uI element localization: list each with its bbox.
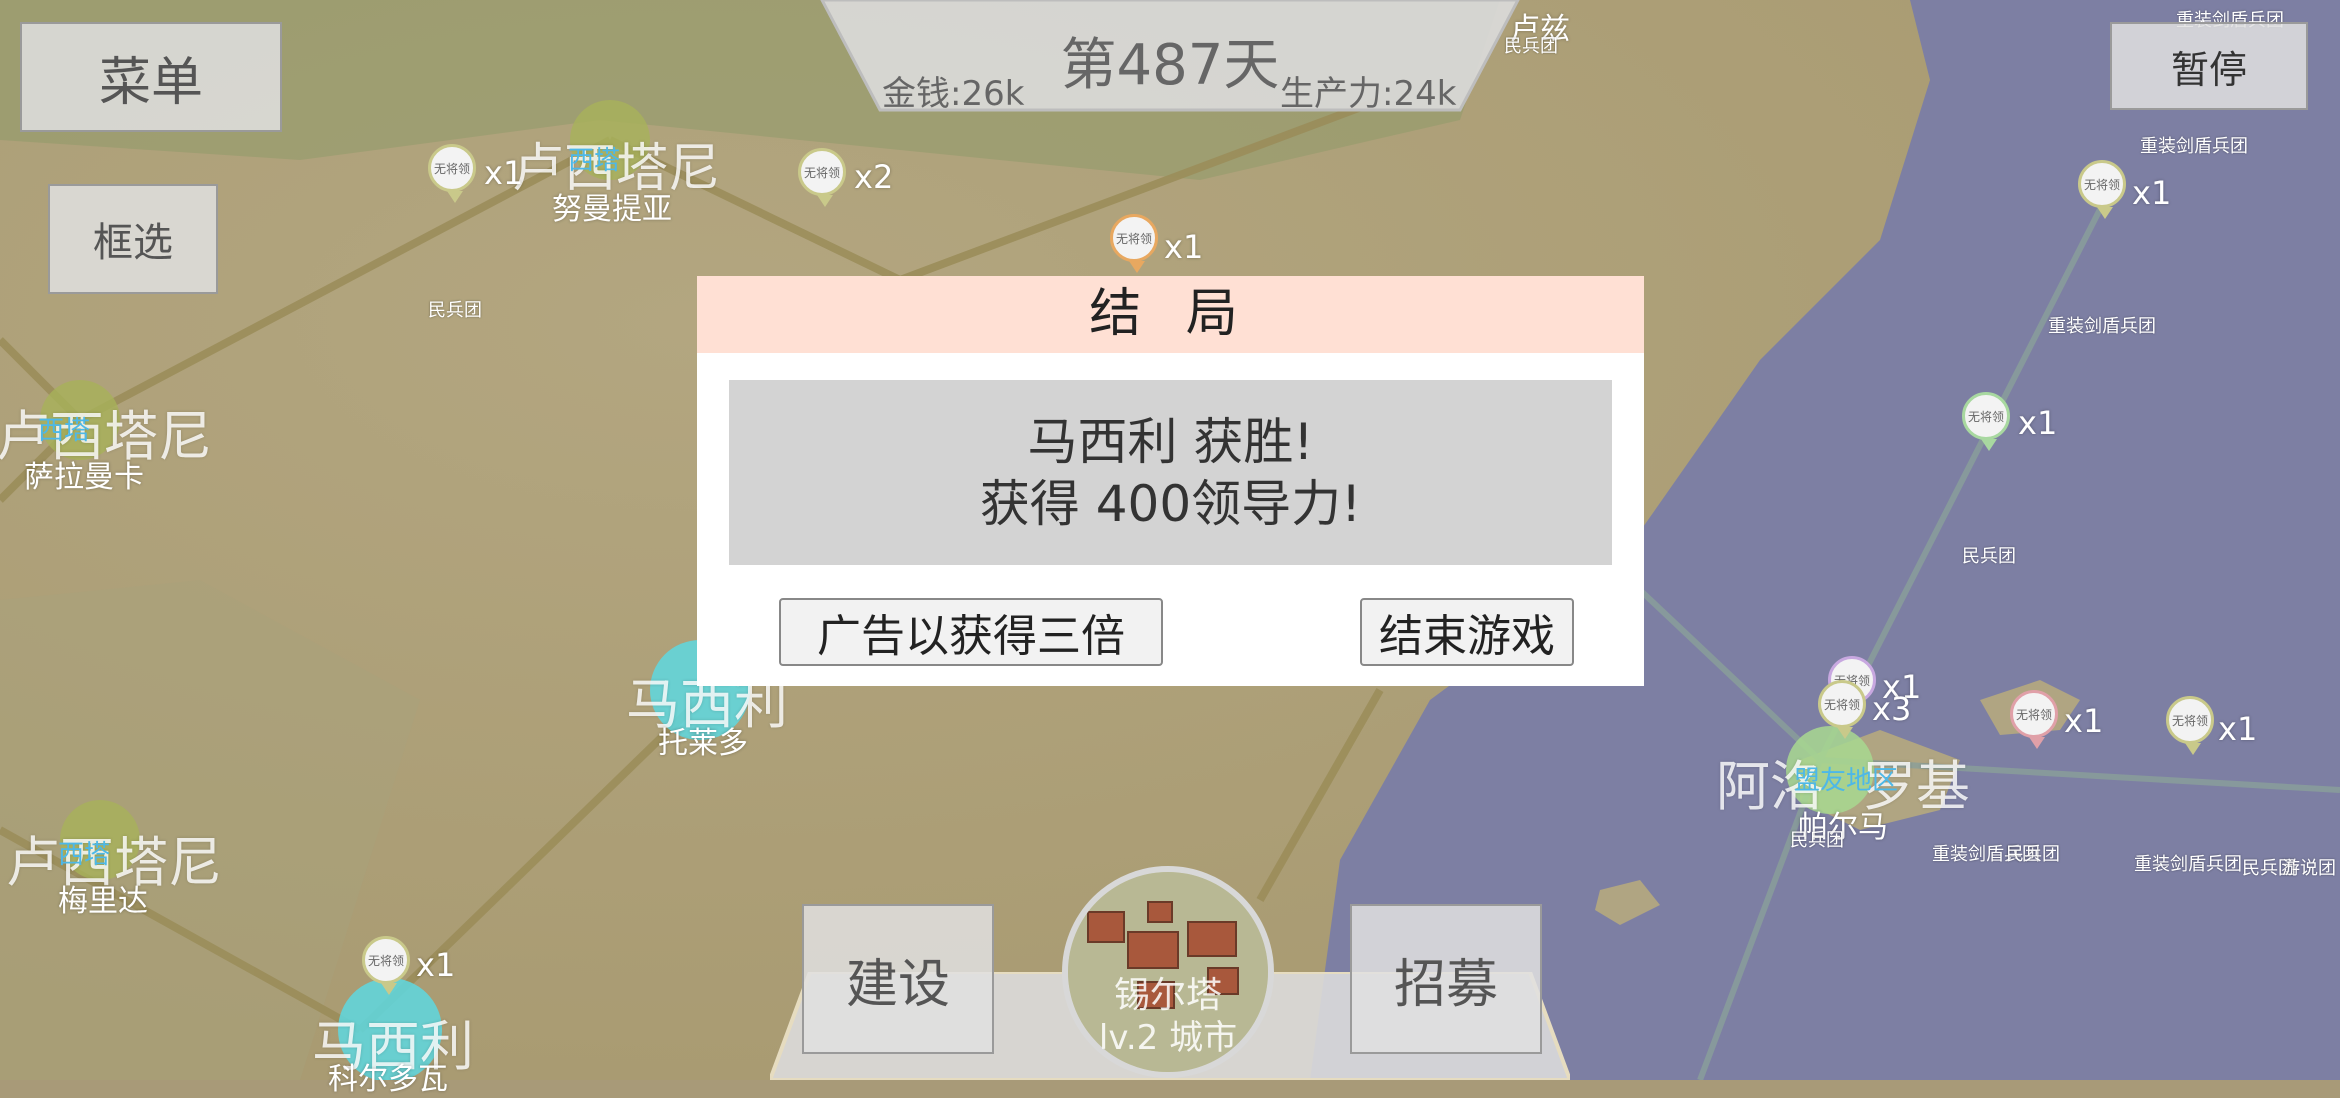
city-label-toledo: 托莱多 [658,726,748,761]
pin-label: 无将领 [367,953,404,968]
game-over-dialog: 结 局 马西利 获胜! 获得 400领导力! 广告以获得三倍 结束游戏 [697,276,1644,686]
army-pin[interactable]: 无将领 [2166,696,2214,755]
army-pin[interactable]: 无将领 [2010,690,2058,749]
build-button[interactable]: 建设 [802,904,994,1054]
ally-tag: 西塔 [568,146,621,176]
pin-label: 无将领 [2171,713,2208,728]
army-count: x1 [2218,710,2258,748]
unit-label: 重装剑盾兵团 [2048,316,2156,337]
army-pin[interactable]: 无将领 [362,936,410,995]
victory-text: 马西利 获胜! [1027,412,1314,471]
army-count: x1 [416,946,456,984]
army-pin[interactable]: 无将领 [428,144,476,203]
reward-text: 获得 400领导力! [979,474,1362,533]
city-label-numantia: 努曼提亚 [552,192,672,227]
watch-ad-triple-button[interactable]: 广告以获得三倍 [779,598,1163,666]
box-select-button[interactable]: 框选 [48,184,218,294]
army-pin[interactable]: 无将领 [1962,392,2010,451]
unit-label: 游说团 [2282,858,2336,879]
productivity-display: 生产力:24k [1280,74,1457,114]
top-status-panel: 第487天 金钱:26k 生产力:24k [820,0,1520,114]
army-count: x1 [2132,174,2172,212]
dialog-message: 马西利 获胜! 获得 400领导力! [729,380,1612,565]
city-level-label: lv.2 城市 [1098,1018,1238,1058]
unit-label: 重装剑盾兵团 [2134,854,2242,875]
unit-label: 民兵团 [1790,830,1844,851]
army-count: x1 [484,154,524,192]
recruit-button[interactable]: 招募 [1350,904,1542,1054]
pin-label: 无将领 [1823,697,1860,712]
menu-button[interactable]: 菜单 [20,22,282,132]
unit-label: 民兵团 [428,300,482,321]
dialog-title: 结 局 [697,276,1644,353]
pin-label: 无将领 [1115,231,1152,246]
unit-label: 民兵团 [2006,844,2060,865]
ally-tag: 西塔 [38,416,91,446]
army-count: x1 [2064,702,2104,740]
money-display: 金钱:26k [882,74,1025,114]
unit-label: 重装剑盾兵团 [2140,136,2248,157]
unit-label: 民兵团 [1962,546,2016,567]
army-pin[interactable]: 无将领 [1818,680,1866,739]
army-count: x3 [1872,690,1912,728]
army-count: x1 [1164,228,1204,266]
pin-label: 无将领 [1967,409,2004,424]
ally-tag: 西塔 [58,840,111,870]
army-pin[interactable]: 无将领 [2078,160,2126,219]
pin-label: 无将领 [803,165,840,180]
pause-button[interactable]: 暂停 [2110,22,2308,110]
army-pin[interactable]: 无将领 [798,148,846,207]
pin-label: 无将领 [433,161,470,176]
army-pin[interactable]: 无将领 [1110,214,1158,273]
army-count: x1 [2018,404,2058,442]
city-label-salamanca: 萨拉曼卡 [24,460,144,495]
army-count: x2 [854,158,894,196]
end-game-button[interactable]: 结束游戏 [1360,598,1574,666]
pin-label: 无将领 [2015,707,2052,722]
pin-label: 无将领 [2083,177,2120,192]
city-label-cordoba: 科尔多瓦 [328,1062,448,1097]
city-label-merida: 梅里达 [58,884,148,919]
ally-zone-label: 盟友地区 [1794,766,1899,796]
